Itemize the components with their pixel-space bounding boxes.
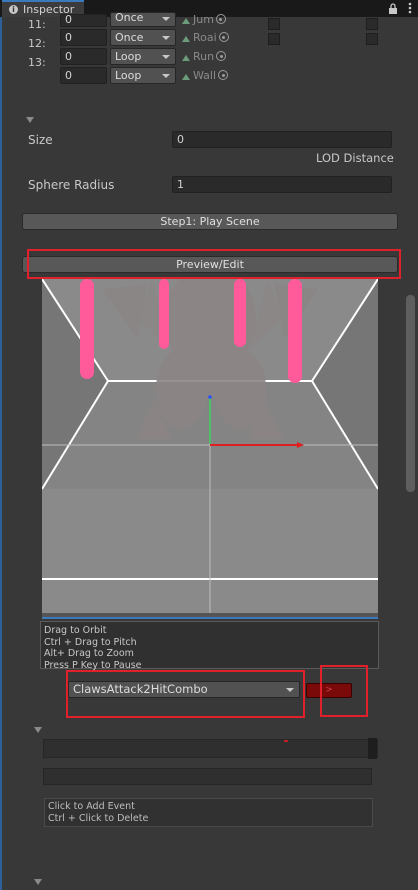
clip-name: Run bbox=[193, 50, 215, 63]
sphere-radius-label: Sphere Radius bbox=[28, 178, 115, 192]
preview-scene bbox=[42, 279, 378, 613]
highlight-next-button bbox=[320, 665, 368, 717]
dropdown-value: Loop bbox=[115, 69, 142, 82]
object-picker-icon[interactable] bbox=[218, 32, 229, 42]
help-line: Ctrl + Drag to Pitch bbox=[44, 636, 137, 648]
vertical-scrollbar-thumb[interactable] bbox=[406, 295, 415, 492]
step1-play-scene-button[interactable]: Step1: Play Scene bbox=[22, 213, 398, 230]
row-mode-dropdown[interactable]: Once bbox=[110, 12, 176, 27]
clip-name: Roai bbox=[193, 31, 217, 44]
event-timeline-track[interactable] bbox=[43, 738, 378, 759]
foldout-arrow-icon[interactable] bbox=[34, 879, 42, 885]
timeline-handle[interactable] bbox=[368, 738, 377, 759]
sphere-radius-field[interactable]: 1 bbox=[172, 176, 392, 193]
row-toggle[interactable] bbox=[268, 18, 280, 30]
row-value-field[interactable]: 0 bbox=[60, 67, 107, 84]
animation-clip-icon bbox=[182, 55, 190, 61]
row-value-field[interactable]: 0 bbox=[60, 48, 107, 65]
chevron-down-icon bbox=[162, 55, 170, 59]
animation-clip-field[interactable]: Roai bbox=[182, 31, 234, 44]
animation-clip-icon bbox=[182, 18, 190, 24]
clip-name: Jum bbox=[193, 13, 214, 26]
object-picker-icon[interactable] bbox=[215, 14, 226, 24]
lod-distance-label: LOD Distance bbox=[316, 151, 394, 165]
chevron-down-icon bbox=[162, 36, 170, 40]
event-help-box[interactable]: Click to Add Event Ctrl + Click to Delet… bbox=[44, 798, 373, 827]
event-help-line: Click to Add Event bbox=[48, 801, 135, 812]
row-value-field[interactable]: 0 bbox=[60, 14, 107, 27]
animation-clip-field[interactable]: Jum bbox=[182, 13, 234, 26]
info-icon: i bbox=[9, 5, 18, 14]
event-help-line: Ctrl + Click to Delete bbox=[48, 812, 149, 824]
size-label: Size bbox=[28, 133, 53, 147]
row-toggle[interactable] bbox=[366, 18, 378, 30]
preview-viewport[interactable] bbox=[42, 279, 378, 613]
dropdown-value: Once bbox=[115, 31, 144, 44]
preview-timeline-bar bbox=[42, 613, 378, 619]
animation-clip-field[interactable]: Run bbox=[182, 50, 234, 63]
object-picker-icon[interactable] bbox=[216, 51, 227, 61]
event-marker[interactable] bbox=[284, 740, 288, 742]
animation-clip-field[interactable]: Wall bbox=[182, 69, 234, 82]
dropdown-value: Once bbox=[115, 11, 144, 24]
animation-clip-icon bbox=[182, 74, 190, 80]
highlight-clip-dropdown bbox=[66, 670, 305, 718]
row-toggle[interactable] bbox=[366, 33, 378, 45]
size-field[interactable]: 0 bbox=[172, 131, 392, 148]
foldout-arrow-icon[interactable] bbox=[34, 727, 42, 733]
chevron-down-icon bbox=[162, 17, 170, 21]
more-options-icon[interactable] bbox=[408, 2, 412, 14]
row-mode-dropdown[interactable]: Loop bbox=[110, 48, 176, 65]
highlight-preview-edit bbox=[27, 249, 401, 279]
help-line: Alt+ Drag to Zoom bbox=[44, 648, 134, 659]
row-toggle[interactable] bbox=[268, 33, 280, 45]
preview-help-box: Drag to Orbit Ctrl + Drag to Pitch Alt+ … bbox=[40, 621, 379, 671]
row-mode-dropdown[interactable]: Loop bbox=[110, 67, 176, 84]
clip-name: Wall bbox=[193, 69, 217, 82]
lock-icon[interactable] bbox=[388, 3, 398, 14]
foldout-arrow-icon[interactable] bbox=[26, 117, 34, 123]
chevron-down-icon bbox=[162, 74, 170, 78]
row-index: 11: bbox=[28, 18, 46, 31]
row-index: 13: bbox=[28, 56, 46, 69]
row-index: 12: bbox=[28, 37, 46, 50]
event-curve-track[interactable] bbox=[43, 768, 372, 785]
help-line: Drag to Orbit bbox=[44, 625, 107, 636]
row-mode-dropdown[interactable]: Once bbox=[110, 29, 176, 46]
animation-clip-icon bbox=[182, 36, 190, 42]
dropdown-value: Loop bbox=[115, 50, 142, 63]
window-edge bbox=[0, 17, 2, 890]
row-value-field[interactable]: 0 bbox=[60, 29, 107, 46]
object-picker-icon[interactable] bbox=[218, 70, 229, 80]
